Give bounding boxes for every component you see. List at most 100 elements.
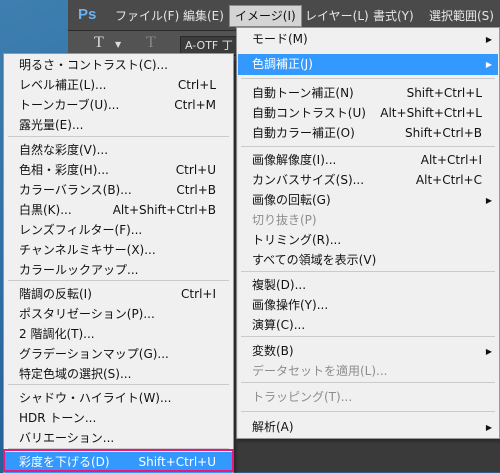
menu-item-label: 自動トーン補正(N) <box>252 86 354 100</box>
adjust-menu-item-1[interactable]: レベル補正(L)... Ctrl+L <box>5 75 232 96</box>
menu-separator <box>241 271 495 272</box>
menu-item-label: カラーバランス(B)... <box>19 183 132 197</box>
image-menu-item-4[interactable]: 自動カラー補正(O) Shift+Ctrl+B <box>238 123 498 144</box>
menu-item-label: バリエーション... <box>19 431 115 445</box>
image-menu-item-5[interactable]: 画像解像度(I)... Alt+Ctrl+I <box>238 150 498 171</box>
menu-item-label: グラデーションマップ(G)... <box>19 347 169 361</box>
adjust-menu-item-10[interactable]: カラールックアップ... <box>5 260 232 281</box>
menu-item-label: 色相・彩度(H)... <box>19 163 109 177</box>
menu-item-label: カンバスサイズ(S)... <box>252 173 365 187</box>
menu-item-label: 切り抜き(P) <box>252 213 317 227</box>
adjust-menu-item-8[interactable]: レンズフィルター(F)... <box>5 220 232 241</box>
menu-item-label: トラッピング(T)... <box>252 390 353 404</box>
menu-item-label: 画像操作(Y)... <box>252 298 329 312</box>
menu-item-label: レンズフィルター(F)... <box>19 223 143 237</box>
menu-separator <box>241 336 495 337</box>
menu-separator <box>241 382 495 383</box>
menu-item-label: すべての領域を表示(V) <box>252 253 377 267</box>
adjust-menu-item-9[interactable]: チャンネルミキサー(X)... <box>5 240 232 261</box>
menu-item-shortcut: Alt+Shift+Ctrl+B <box>112 203 216 217</box>
menu-item-label: レベル補正(L)... <box>19 78 107 92</box>
image-menu-item-17[interactable]: 解析(A) ▶ <box>238 417 498 438</box>
image-menu-item-16: トラッピング(T)... <box>238 387 498 408</box>
menu-item-label: チャンネルミキサー(X)... <box>19 243 156 257</box>
adjust-menu-item-11[interactable]: 階調の反転(I) Ctrl+I <box>5 284 232 305</box>
menu-item-shortcut: Shift+Ctrl+B <box>405 126 482 140</box>
submenu-arrow-icon: ▶ <box>485 196 492 205</box>
menu-item-shortcut: Ctrl+B <box>176 183 216 197</box>
menu-separator <box>8 280 229 281</box>
image-menu-item-6[interactable]: カンバスサイズ(S)... Alt+Ctrl+C <box>238 170 498 191</box>
adjust-menu-item-5[interactable]: 色相・彩度(H)... Ctrl+U <box>5 160 232 181</box>
adjust-menu-item-12[interactable]: ポスタリゼーション(P)... <box>5 304 232 325</box>
image-menu-item-12[interactable]: 画像操作(Y)... <box>238 295 498 316</box>
adjust-menu-item-17[interactable]: HDR トーン... <box>5 408 232 429</box>
menu-type[interactable]: 書式(Y) <box>368 6 419 26</box>
menu-item-label: 露光量(E)... <box>19 118 84 132</box>
menu-separator <box>8 384 229 385</box>
adjust-menu-item-16[interactable]: シャドウ・ハイライト(W)... <box>5 388 232 409</box>
adjust-menu-item-2[interactable]: トーンカーブ(U)... Ctrl+M <box>5 95 232 116</box>
adjust-menu-item-7[interactable]: 白黒(K)... Alt+Shift+Ctrl+B <box>5 200 232 221</box>
menu-item-label: カラールックアップ... <box>19 263 139 277</box>
menu-separator <box>241 78 495 79</box>
menu-item-shortcut: Alt+Ctrl+I <box>420 153 482 167</box>
chevron-down-icon[interactable]: ▼ <box>115 40 121 49</box>
adjust-menu-item-0[interactable]: 明るさ・コントラスト(C)... <box>5 55 232 76</box>
menu-item-label: 画像の回転(G) <box>252 193 331 207</box>
image-menu-item-1[interactable]: 色調補正(J) ▶ <box>238 54 498 75</box>
adjust-menu-item-4[interactable]: 自然な彩度(V)... <box>5 140 232 161</box>
adjust-menu-item-6[interactable]: カラーバランス(B)... Ctrl+B <box>5 180 232 201</box>
submenu-arrow-icon: ▶ <box>485 347 492 356</box>
menu-layer[interactable]: レイヤー(L) <box>300 6 374 26</box>
menu-image[interactable]: イメージ(I) <box>229 5 302 27</box>
image-menu-item-2[interactable]: 自動トーン補正(N) Shift+Ctrl+L <box>238 83 498 104</box>
menu-select[interactable]: 選択範囲(S) <box>424 6 499 26</box>
adjust-menu-item-13[interactable]: 2 階調化(T)... <box>5 324 232 345</box>
menu-item-label: 画像解像度(I)... <box>252 153 337 167</box>
menu-item-label: 自動カラー補正(O) <box>252 126 355 140</box>
image-menu: モード(M) ▶ 色調補正(J) ▶ 自動トーン補正(N) Shift+Ctrl+L 自動コ… <box>236 27 500 439</box>
image-menu-item-15: データセットを適用(L)... <box>238 361 498 382</box>
image-menu-item-8: 切り抜き(P) <box>238 210 498 231</box>
submenu-arrow-icon: ▶ <box>485 35 492 44</box>
menu-item-shortcut: Ctrl+I <box>181 287 216 301</box>
menu-item-label: 複製(D)... <box>252 278 307 292</box>
menu-item-label: 色調補正(J) <box>252 57 313 71</box>
menu-item-label: 変数(B) <box>252 344 294 358</box>
image-menu-item-0[interactable]: モード(M) ▶ <box>238 29 498 50</box>
menu-item-shortcut: Ctrl+M <box>174 98 216 112</box>
menu-file[interactable]: ファイル(F) <box>110 6 184 26</box>
image-menu-item-14[interactable]: 変数(B) ▶ <box>238 341 498 362</box>
adjust-menu-item-3[interactable]: 露光量(E)... <box>5 115 232 136</box>
adjust-menu-item-14[interactable]: グラデーションマップ(G)... <box>5 344 232 365</box>
menu-item-label: HDR トーン... <box>19 411 97 425</box>
menu-item-label: 演算(C)... <box>252 318 306 332</box>
menu-edit[interactable]: 編集(E) <box>178 6 229 26</box>
menu-item-label: 特定色域の選択(S)... <box>19 367 132 381</box>
highlight-annotation-frame <box>3 449 234 472</box>
image-menu-item-3[interactable]: 自動コントラスト(U) Alt+Shift+Ctrl+L <box>238 103 498 124</box>
image-menu-item-9[interactable]: トリミング(R)... <box>238 230 498 251</box>
photoshop-logo: Ps <box>78 6 97 23</box>
submenu-arrow-icon: ▶ <box>485 60 492 69</box>
adjust-menu-item-18[interactable]: バリエーション... <box>5 428 232 449</box>
menu-item-shortcut: Ctrl+U <box>175 163 216 177</box>
menu-item-label: 明るさ・コントラスト(C)... <box>19 58 168 72</box>
menu-item-label: 自然な彩度(V)... <box>19 143 109 157</box>
image-menu-item-7[interactable]: 画像の回転(G) ▶ <box>238 190 498 211</box>
image-menu-item-11[interactable]: 複製(D)... <box>238 275 498 296</box>
menu-item-label: トリミング(R)... <box>252 233 342 247</box>
image-menu-item-10[interactable]: すべての領域を表示(V) <box>238 250 498 271</box>
menu-item-label: トーンカーブ(U)... <box>19 98 120 112</box>
submenu-arrow-icon: ▶ <box>485 423 492 432</box>
image-menu-item-13[interactable]: 演算(C)... <box>238 315 498 336</box>
menu-item-shortcut: Alt+Shift+Ctrl+L <box>380 106 482 120</box>
vertical-type-icon[interactable]: T <box>146 34 156 52</box>
menu-item-label: ポスタリゼーション(P)... <box>19 307 155 321</box>
menu-separator <box>8 136 229 137</box>
menu-separator <box>241 411 495 412</box>
type-tool-icon[interactable]: T <box>94 34 104 52</box>
adjust-menu-item-15[interactable]: 特定色域の選択(S)... <box>5 364 232 385</box>
menu-item-label: シャドウ・ハイライト(W)... <box>19 391 172 405</box>
